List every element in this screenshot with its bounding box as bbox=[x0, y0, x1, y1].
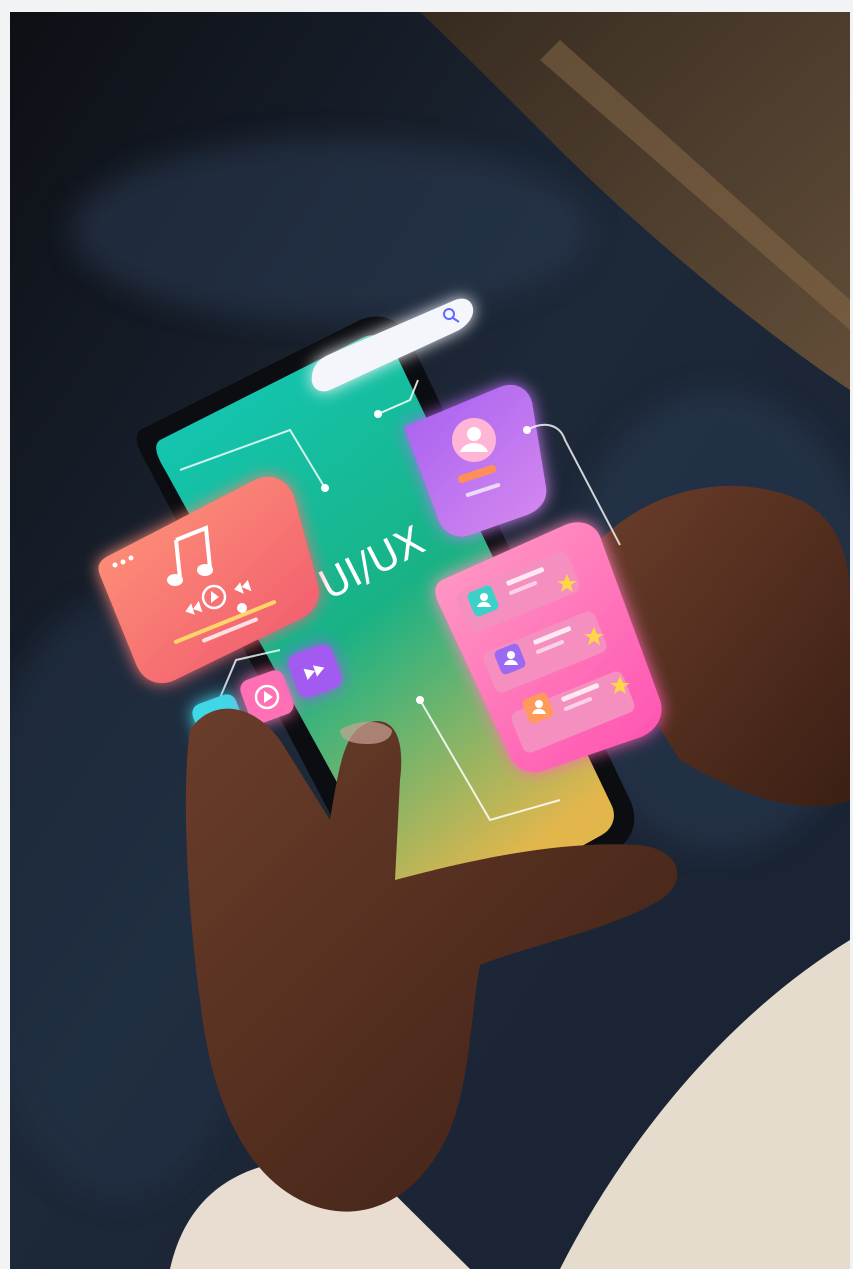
ui-ux-phone-photo: UI/UX bbox=[10, 12, 850, 1269]
